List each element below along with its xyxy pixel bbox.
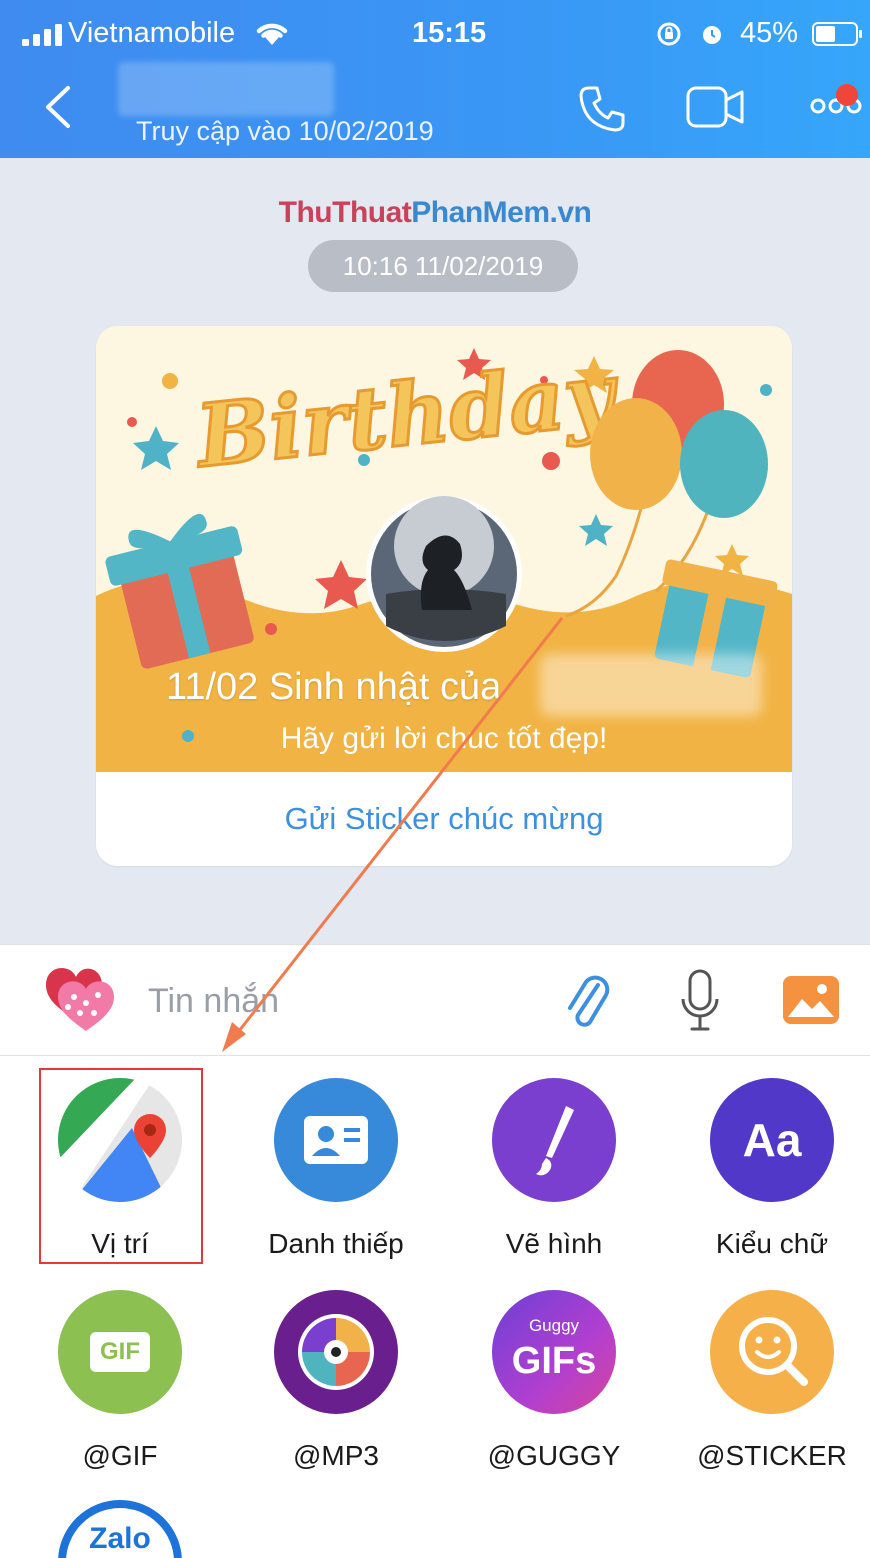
- grid-item-label: Kiểu chữ: [715, 1228, 829, 1259]
- back-icon[interactable]: [40, 84, 74, 130]
- signal-strength-icon: [22, 24, 62, 46]
- notification-dot: [836, 84, 858, 106]
- last-seen-status: Truy cập vào 10/02/2019: [136, 116, 434, 146]
- sticker-search-icon: [710, 1290, 834, 1414]
- contact-name-blurred: [118, 62, 334, 116]
- sticker-heart-icon[interactable]: [40, 963, 120, 1039]
- grid-item-zalo[interactable]: Zalo: [20, 1500, 220, 1558]
- guggy-icon: Guggy GIFs: [492, 1290, 616, 1414]
- contact-card-icon: [274, 1078, 398, 1202]
- carrier-name: Vietnamobile: [68, 17, 236, 49]
- gif-icon: GIF: [58, 1290, 182, 1414]
- grid-item-sticker[interactable]: @STICKER: [672, 1290, 870, 1490]
- microphone-icon[interactable]: [680, 969, 720, 1033]
- birthday-subtitle: Hãy gửi lời chúc tốt đẹp!: [280, 722, 608, 755]
- grid-item-label: Vẽ hình: [505, 1228, 603, 1259]
- brush-icon: [492, 1078, 616, 1202]
- grid-item-guggy[interactable]: Guggy GIFs @GUGGY: [454, 1290, 654, 1490]
- grid-item-label: @GIF: [82, 1440, 158, 1471]
- message-input[interactable]: [146, 973, 530, 1029]
- alarm-icon: [703, 26, 721, 44]
- grid-item-business-card[interactable]: Danh thiếp: [236, 1078, 436, 1278]
- music-disc-icon: [274, 1290, 398, 1414]
- site-watermark: ThuThuatPhanMem.vn: [278, 196, 592, 229]
- grid-item-mp3[interactable]: @MP3: [236, 1290, 436, 1490]
- grid-item-gif[interactable]: GIF @GIF: [20, 1290, 220, 1490]
- grid-item-label: Danh thiếp: [268, 1228, 404, 1259]
- status-clock: 15:15: [412, 17, 487, 49]
- image-gallery-icon[interactable]: [782, 975, 840, 1025]
- send-sticker-button[interactable]: Gửi Sticker chúc mừng: [96, 772, 792, 866]
- message-composer: [0, 944, 870, 1056]
- zalo-icon: Zalo: [58, 1500, 182, 1558]
- attachment-icon[interactable]: [564, 971, 612, 1029]
- battery-icon: [812, 22, 862, 46]
- grid-item-label: @GUGGY: [487, 1440, 621, 1471]
- highlight-frame: [39, 1068, 203, 1264]
- status-bar: Vietnamobile 15:15 45%: [0, 0, 870, 66]
- birthday-card[interactable]: Birthday 11/02 Sinh nhật của Hãy gửi lời…: [96, 326, 792, 866]
- grid-item-label: @MP3: [293, 1440, 379, 1471]
- phone-call-icon[interactable]: [577, 84, 627, 134]
- grid-item-draw[interactable]: Vẽ hình: [454, 1078, 654, 1278]
- font-style-icon: Aa: [710, 1078, 834, 1202]
- orientation-lock-icon: [657, 22, 681, 46]
- battery-percentage: 45%: [740, 17, 799, 49]
- grid-item-font-style[interactable]: Aa Kiểu chữ: [672, 1078, 870, 1278]
- wifi-icon: [256, 23, 288, 45]
- grid-item-label: @STICKER: [697, 1440, 847, 1471]
- friend-name-blurred: [540, 654, 762, 716]
- chat-header: Vietnamobile 15:15 45% Truy cập vào 10/0…: [0, 0, 870, 158]
- video-call-icon[interactable]: [686, 86, 746, 128]
- date-stamp: 10:16 11/02/2019: [308, 240, 578, 292]
